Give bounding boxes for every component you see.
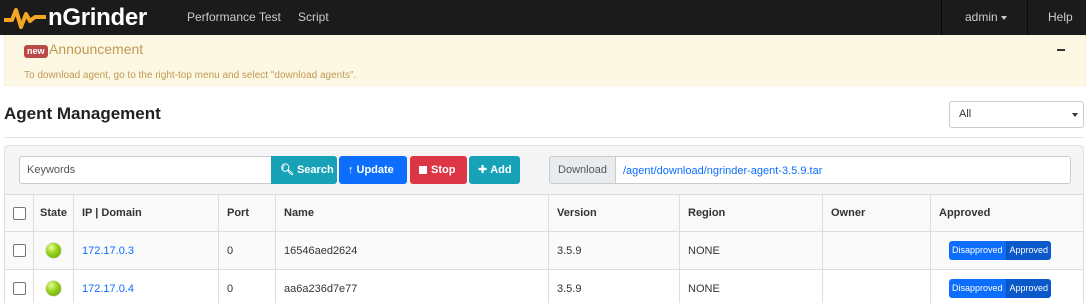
- chevron-down-icon: [1072, 113, 1078, 117]
- pulse-logo-icon: [4, 8, 46, 29]
- announcement-text: To download agent, go to the right-top m…: [24, 70, 357, 81]
- disapprove-button[interactable]: Disapproved: [949, 241, 1006, 260]
- announcement-panel: new Announcement To download agent, go t…: [4, 35, 1086, 86]
- divider: [4, 137, 1084, 138]
- state-cell: [33, 231, 74, 270]
- col-header-version[interactable]: Version: [548, 194, 680, 232]
- approve-button[interactable]: Approved: [1005, 279, 1052, 298]
- approved-cell: Disapproved Approved: [930, 269, 1084, 303]
- table-row: 172.17.0.4 0 aa6a236d7e77 3.5.9 NONE Dis…: [4, 269, 1084, 303]
- ip-cell: 172.17.0.4: [73, 269, 219, 303]
- disapprove-button[interactable]: Disapproved: [949, 279, 1006, 298]
- agent-ready-icon: [46, 243, 61, 258]
- stop-icon: [419, 166, 427, 174]
- version-cell: 3.5.9: [548, 269, 680, 303]
- search-icon: 🔍︎: [280, 164, 294, 176]
- ip-cell: 172.17.0.3: [73, 231, 219, 270]
- row-checkbox[interactable]: [12, 282, 26, 295]
- search-input[interactable]: Keywords: [19, 156, 272, 184]
- col-header-ip[interactable]: IP | Domain: [73, 194, 219, 232]
- approval-toggle: Disapproved Approved: [949, 241, 1052, 260]
- col-header-owner[interactable]: Owner: [822, 194, 931, 232]
- table-header-row: State IP | Domain Port Name Version Regi…: [4, 194, 1084, 232]
- col-header-port[interactable]: Port: [218, 194, 276, 232]
- name-cell: aa6a236d7e77: [275, 269, 549, 303]
- stop-button[interactable]: Stop: [410, 156, 467, 184]
- caret-down-icon: [1000, 15, 1007, 20]
- agent-ip-link[interactable]: 172.17.0.3: [82, 245, 134, 257]
- col-header-region[interactable]: Region: [679, 194, 823, 232]
- nav-help[interactable]: Help: [1048, 0, 1073, 35]
- download-label: Download: [549, 156, 616, 184]
- port-cell: 0: [218, 269, 276, 303]
- stop-button-label: Stop: [431, 164, 456, 176]
- update-button[interactable]: ↑ Update: [339, 156, 407, 184]
- state-cell: [33, 269, 74, 303]
- add-button-label: Add: [490, 164, 512, 176]
- page-title: Agent Management: [4, 104, 161, 123]
- agent-download-link[interactable]: /agent/download/ngrinder-agent-3.5.9.tar: [623, 165, 822, 177]
- agent-ip-link[interactable]: 172.17.0.4: [82, 283, 134, 295]
- port-cell: 0: [218, 231, 276, 270]
- row-checkbox[interactable]: [12, 244, 26, 257]
- col-header-name[interactable]: Name: [275, 194, 549, 232]
- user-menu-dropdown[interactable]: admin: [965, 0, 1007, 35]
- search-button-label: Search: [296, 164, 334, 176]
- brand-logo[interactable]: nGrinder: [4, 4, 147, 32]
- collapse-icon[interactable]: [1057, 49, 1065, 51]
- version-cell: 3.5.9: [548, 231, 680, 270]
- region-filter-select[interactable]: All: [949, 101, 1084, 128]
- user-name: admin: [965, 10, 998, 24]
- top-navbar: nGrinder Performance Test Script admin H…: [0, 0, 1086, 35]
- owner-cell: [822, 269, 931, 303]
- approval-toggle: Disapproved Approved: [949, 279, 1052, 298]
- search-button[interactable]: 🔍︎ Search: [271, 156, 337, 184]
- agent-ready-icon: [46, 281, 61, 296]
- nav-divider: [941, 0, 942, 35]
- announcement-title: Announcement: [49, 41, 144, 57]
- approve-button[interactable]: Approved: [1005, 241, 1052, 260]
- download-link-field: /agent/download/ngrinder-agent-3.5.9.tar: [615, 156, 1071, 184]
- add-button[interactable]: ✚ Add: [469, 156, 520, 184]
- region-cell: NONE: [679, 269, 823, 303]
- brand-name: nGrinder: [48, 4, 147, 31]
- region-cell: NONE: [679, 231, 823, 270]
- nav-divider: [1027, 0, 1028, 35]
- arrow-up-icon: ↑: [348, 164, 354, 176]
- nav-performance-test[interactable]: Performance Test: [187, 0, 281, 35]
- select-all-cell: [4, 194, 34, 232]
- row-select-cell: [4, 231, 34, 270]
- filter-selected-value: All: [959, 108, 972, 120]
- table-row: 172.17.0.3 0 16546aed2624 3.5.9 NONE Dis…: [4, 231, 1084, 270]
- name-cell: 16546aed2624: [275, 231, 549, 270]
- row-select-cell: [4, 269, 34, 303]
- owner-cell: [822, 231, 931, 270]
- agent-table: State IP | Domain Port Name Version Regi…: [4, 194, 1084, 303]
- new-badge: new: [24, 45, 48, 58]
- toolbar: Keywords 🔍︎ Search ↑ Update Stop ✚ Add Down…: [4, 145, 1084, 195]
- plus-icon: ✚: [478, 164, 488, 176]
- approved-cell: Disapproved Approved: [930, 231, 1084, 270]
- col-header-state[interactable]: State: [33, 194, 74, 232]
- update-button-label: Update: [356, 164, 394, 176]
- select-all-checkbox[interactable]: [12, 206, 26, 220]
- col-header-approved: Approved: [930, 194, 1084, 232]
- nav-script[interactable]: Script: [298, 0, 329, 35]
